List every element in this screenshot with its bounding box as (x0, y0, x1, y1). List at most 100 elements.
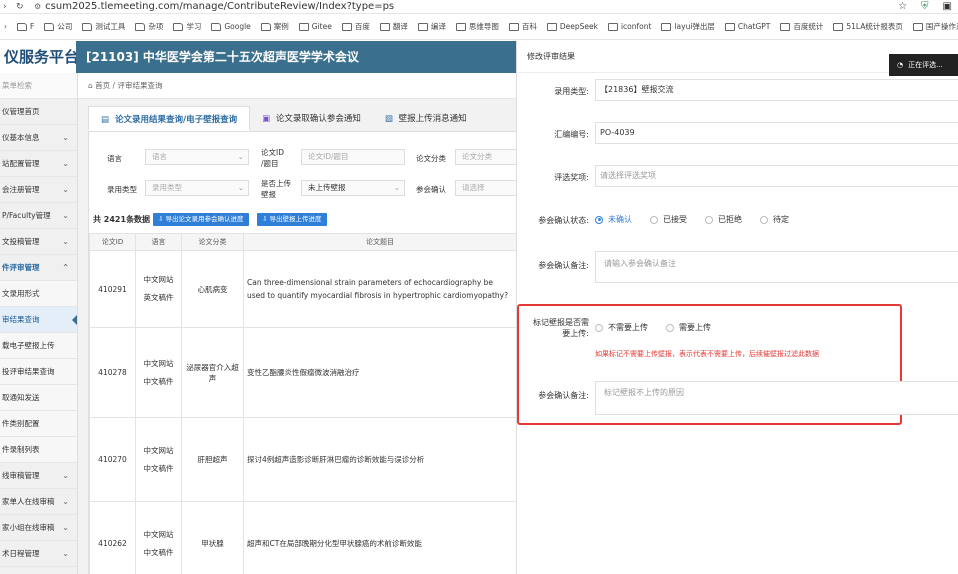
bookmark-item[interactable]: F (17, 22, 34, 31)
poster-note-textarea[interactable]: 标记壁报不上传的原因 (595, 381, 958, 415)
translate-icon (379, 22, 390, 31)
export-upload-button[interactable]: ⇩ 导出壁报上传进度 (257, 213, 327, 226)
sidebar-item[interactable]: 件类别配置 (0, 411, 77, 437)
gitee-icon (298, 22, 309, 31)
sidebar-item[interactable]: 审结果查询 (0, 307, 77, 333)
award-label: 评选奖项: (554, 173, 589, 182)
bookmark-item[interactable]: DeepSeek (546, 22, 598, 31)
app-logo: 仪服务平台 (0, 41, 76, 73)
home-icon[interactable]: ⌂ (88, 81, 93, 90)
site-info-icon[interactable]: ⚙ (34, 2, 41, 11)
sidebar-item[interactable]: 术日程管理 ⌄ (0, 541, 77, 567)
radio-option[interactable]: 已接受 (650, 214, 687, 225)
sidebar-item[interactable]: 件录制列表 (0, 437, 77, 463)
bookmark-item[interactable]: ChatGPT (724, 22, 770, 31)
bookmark-item[interactable]: layui弹出层 (661, 21, 715, 32)
sidebar-item[interactable]: 取通知发送 (0, 385, 77, 411)
radio-icon (760, 215, 768, 224)
url-text[interactable]: csum2025.tlemeeting.com/manage/Contribut… (45, 1, 394, 12)
language-select[interactable]: 语言 ⌄ (145, 149, 249, 165)
shield-icon[interactable]: ⛨ (921, 1, 929, 12)
column-header[interactable]: 论文题目 (243, 233, 517, 251)
sidebar-item[interactable]: 家小组在线审稿 ⌄ (0, 515, 77, 541)
bookmark-item[interactable]: 编译 (417, 21, 446, 32)
sidebar-item[interactable]: 会注册管理 ⌄ (0, 177, 77, 203)
star-icon[interactable]: ☆ (898, 1, 907, 12)
bookmark-label: 百度统计 (793, 22, 824, 31)
tab-paper-results[interactable]: ▤ 论文录用结果查询/电子壁报查询 (88, 106, 251, 131)
radio-option[interactable]: 待定 (760, 214, 789, 225)
bookmark-item[interactable]: 百科 (508, 21, 537, 32)
table-row[interactable]: 410291 中文网站 英文稿件 心肌病变 Can three-dimensional … (89, 250, 517, 328)
bookmark-item[interactable]: 思维导图 (455, 21, 499, 32)
bookmark-item[interactable]: Google (211, 22, 251, 31)
bookmark-item[interactable]: 翻译 (379, 21, 408, 32)
sidebar-item[interactable]: 载电子壁报上传 (0, 333, 77, 359)
cell-title[interactable]: Can three-dimensional strain parameters … (243, 250, 517, 328)
sidebar-item[interactable]: P/Faculty管理 ⌄ (0, 203, 77, 229)
sidebar-item[interactable]: 件评审管理 ⌃ (0, 255, 77, 281)
bookmark-label: 思维导图 (468, 22, 499, 31)
cell-title[interactable]: 超声和CT在局部晚期分化型甲状腺癌的术前诊断效能 (243, 501, 517, 574)
forward-icon[interactable]: › (3, 2, 13, 12)
confirm-select[interactable]: 请选择 (455, 180, 517, 196)
confirm-note-textarea[interactable]: 请输入参会确认备注 (595, 251, 958, 283)
accept-type-field[interactable]: 【21836】壁报交流 (595, 79, 958, 101)
cell-title[interactable]: 探讨4例超声造影诊断肝淋巴瘤的诊断效能与误诊分析 (243, 417, 517, 502)
bookmark-item[interactable]: 测试工具 (82, 21, 125, 32)
radio-option[interactable]: 不需要上传 (595, 322, 648, 333)
tab-poster-notice[interactable]: ▧ 壁报上传消息通知 (373, 106, 479, 131)
column-header[interactable]: 语言 (135, 233, 182, 251)
radio-label: 需要上传 (679, 323, 711, 332)
bookmark-item[interactable]: 51LA统计报表页 (833, 21, 903, 32)
bookmark-item[interactable]: Gitee (298, 22, 332, 31)
column-header[interactable]: 论文ID (89, 233, 136, 251)
bookmark-item[interactable]: 国产操作系统 (912, 21, 958, 32)
cell-paper-id: 410262 (89, 501, 136, 574)
cell-title[interactable]: 变性乙酯腰炎性假瘤微波消融治疗 (243, 327, 517, 418)
radio-option[interactable]: 已拒绝 (705, 214, 742, 225)
bookmark-item[interactable]: 公司 (44, 21, 72, 32)
bookmark-item[interactable]: 学习 (173, 21, 201, 32)
cell-paper-id: 410291 (89, 250, 136, 328)
radio-option[interactable]: 需要上传 (666, 322, 711, 333)
export-confirm-button[interactable]: ⇩ 导出论文录用参会确认进度 (153, 213, 249, 226)
lang-line: 中文稿件 (143, 376, 174, 386)
sidebar-item[interactable]: 菜单检索 (0, 73, 77, 99)
bookmark-item[interactable]: 百度统计 (780, 21, 823, 32)
column-header[interactable]: 论文分类 (181, 233, 244, 251)
summary-no-field[interactable]: PO-4039 (595, 122, 958, 144)
sidebar-item[interactable]: 线审稿管理 ⌄ (0, 463, 77, 489)
sidebar-item-label: 仪基本信息 (2, 133, 40, 142)
sidebar-item-label: 菜单检索 (2, 81, 32, 90)
back-nav-icon[interactable]: › (4, 22, 7, 31)
table-row[interactable]: 410278 中文网站 中文稿件 泌尿器官介入超声 变性乙酯腰炎性假瘤微波消融治疗 (89, 327, 517, 418)
sidebar-item[interactable]: 文投稿管理 ⌄ (0, 229, 77, 255)
sidebar-item[interactable]: 文录用形式 (0, 281, 77, 307)
browser-address-bar: › ↻ ⚙ csum2025.tlemeeting.com/manage/Con… (0, 0, 958, 14)
table-row[interactable]: 410270 中文网站 中文稿件 肝胆超声 探讨4例超声造影诊断肝淋巴瘤的诊断效能与误诊… (89, 417, 517, 502)
sidebar-item[interactable]: 投评审结果查询 (0, 359, 77, 385)
sidebar-item[interactable]: 仪管理首页 (0, 99, 77, 125)
refresh-icon[interactable]: ↻ (16, 2, 26, 12)
breadcrumb-home[interactable]: 首页 (95, 81, 110, 90)
os-icon (912, 22, 923, 31)
sidebar-item[interactable]: 站配置管理 ⌄ (0, 151, 77, 177)
upload-status-select[interactable]: 未上传壁报 ⌄ (301, 180, 405, 196)
extension-icon[interactable]: ▣ (943, 1, 952, 12)
bookmark-item[interactable]: 杂项 (135, 21, 163, 32)
bookmark-item[interactable]: iconfont (607, 22, 651, 31)
sidebar-item[interactable]: 仪基本信息 ⌄ (0, 125, 77, 151)
accept-type-select[interactable]: 录用类型 ⌄ (145, 180, 249, 196)
paper-id-input[interactable]: 论文ID/题目 (301, 149, 405, 165)
poster-need-label: 标记壁报是否需 要上传: (517, 317, 589, 339)
award-select[interactable]: 请选择评选奖项 (595, 165, 958, 187)
bookmark-item[interactable]: 百度 (341, 21, 370, 32)
tab-acceptance-notice[interactable]: ▣ 论文录取确认参会通知 (250, 106, 373, 131)
bookmark-item[interactable]: 案例 (260, 21, 289, 32)
table-row[interactable]: 410262 中文网站 中文稿件 甲状腺 超声和CT在局部晚期分化型甲状腺癌的术前诊断效… (89, 501, 517, 574)
sidebar-item[interactable]: 家单人在线审稿 ⌄ (0, 489, 77, 515)
radio-option[interactable]: 未确认 (595, 214, 632, 225)
sidebar-item[interactable]: 术日程发布管理⌄ (0, 567, 77, 574)
category-select[interactable]: 论文分类 (455, 149, 517, 165)
